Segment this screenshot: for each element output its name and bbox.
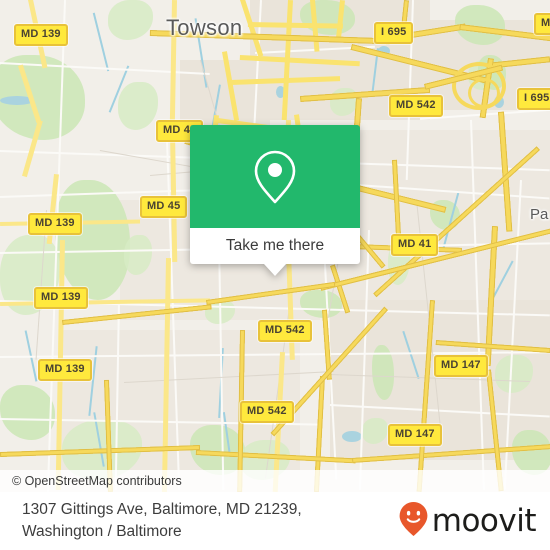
road-shield: MD 139 <box>28 213 82 235</box>
address-line-2: Washington / Baltimore <box>22 523 182 540</box>
callout-action-area[interactable]: Take me there <box>190 228 360 264</box>
map-attribution: © OpenStreetMap contributors <box>0 470 550 492</box>
attribution-text: © OpenStreetMap contributors <box>12 474 182 488</box>
moovit-smiley-pin-icon <box>398 501 429 542</box>
destination-callout-card[interactable]: Take me there <box>190 125 360 276</box>
road-shield: MD 41 <box>391 234 439 256</box>
road-shield: MD 542 <box>389 95 443 117</box>
address-block: 1307 Gittings Ave, Baltimore, MD 21239, … <box>22 499 302 544</box>
road-shield: MD 542 <box>240 401 294 423</box>
footer-bar: 1307 Gittings Ave, Baltimore, MD 21239, … <box>0 492 550 550</box>
address-line-1: 1307 Gittings Ave, Baltimore, MD 21239, <box>22 500 302 518</box>
map-canvas[interactable]: MD 139I 695MDMD 542I 695MD 45MD 45MD 139… <box>0 0 550 492</box>
moovit-wordmark: moovit <box>431 503 537 539</box>
place-label: Pa <box>530 206 549 223</box>
road-shield: MD 147 <box>388 424 442 446</box>
place-label: Towson <box>166 15 243 40</box>
take-me-there-label: Take me there <box>225 237 325 254</box>
map-pin-icon <box>252 148 298 206</box>
road-shield: MD 139 <box>34 287 88 309</box>
road-shield: MD 147 <box>434 355 488 377</box>
callout-icon-area <box>190 125 360 228</box>
map-interchange-loop <box>468 78 500 108</box>
moovit-map-screenshot: MD 139I 695MDMD 542I 695MD 45MD 45MD 139… <box>0 0 550 550</box>
map-water <box>342 431 362 442</box>
road-shield: MD 139 <box>14 24 68 46</box>
callout-pointer <box>264 264 286 276</box>
road-shield: I 695 <box>374 22 414 44</box>
road-shield: MD 45 <box>140 196 188 218</box>
road-shield: MD 139 <box>38 359 92 381</box>
moovit-logo[interactable]: moovit <box>398 501 537 542</box>
road-shield: MD <box>534 13 550 35</box>
road-shield: I 695 <box>517 88 550 110</box>
road-shield: MD 542 <box>258 320 312 342</box>
